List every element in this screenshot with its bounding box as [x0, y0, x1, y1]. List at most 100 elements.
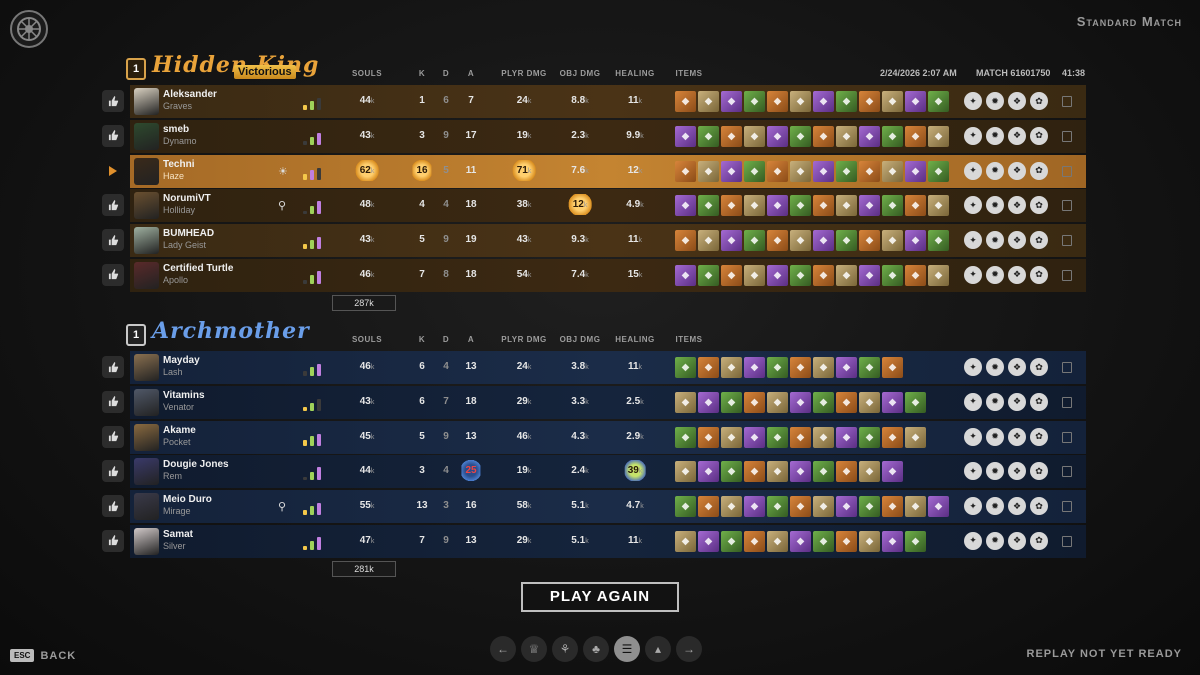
item-slot[interactable]: ◆	[675, 496, 696, 518]
ability-icon[interactable]: ✹	[986, 92, 1004, 110]
item-slot[interactable]: ◆	[882, 391, 903, 413]
player-row-bar[interactable]: BUMHEAD Lady Geist 43k 5 9 19 43k 9.3k 11k ◆ ◆ ◆ ◆ ◆ ◆…	[130, 224, 1086, 258]
item-slot[interactable]: ◆	[698, 230, 719, 252]
item-slot[interactable]: ◆	[882, 264, 903, 286]
commend-button[interactable]	[102, 356, 124, 378]
commend-button[interactable]	[102, 390, 124, 413]
item-slot[interactable]: ◆	[790, 91, 811, 112]
item-slot[interactable]: ◆	[882, 160, 903, 182]
item-slot[interactable]: ◆	[905, 195, 926, 217]
item-slot[interactable]: ◆	[698, 195, 719, 217]
player-row-bar[interactable]: Mayday Lash 46k 6 4 13 24k 3.8k 11k ◆ ◆ ◆ ◆ ◆ ◆ ◆ ◆ ◆ ◆ ✦ ✹ ❖…	[130, 351, 1086, 384]
item-slot[interactable]: ◆	[675, 264, 696, 286]
item-slot[interactable]: ◆	[928, 496, 949, 518]
item-slot[interactable]: ◆	[836, 426, 857, 448]
item-slot[interactable]: ◆	[698, 426, 719, 448]
ability-icon[interactable]: ✦	[964, 265, 982, 284]
item-slot[interactable]: ◆	[836, 230, 857, 252]
item-slot[interactable]: ◆	[767, 125, 788, 147]
item-slot[interactable]: ◆	[813, 264, 834, 286]
player-row-bar[interactable]: Aleksander Graves 44k 1 6 7 24k 8.8k 11k ◆ ◆ ◆ ◆ ◆ ◆ ◆ ◆…	[130, 85, 1086, 118]
item-slot[interactable]: ◆	[813, 230, 834, 252]
trophy-icon[interactable]: ♕	[521, 636, 547, 662]
ability-icon[interactable]: ✿	[1030, 126, 1048, 145]
item-slot[interactable]: ◆	[767, 391, 788, 413]
ability-icon[interactable]: ✹	[986, 196, 1004, 215]
item-slot[interactable]: ◆	[859, 530, 880, 552]
game-logo-button[interactable]	[10, 10, 48, 48]
commend-button[interactable]	[102, 425, 124, 448]
ability-icon[interactable]: ✿	[1030, 231, 1048, 250]
item-slot[interactable]: ◆	[836, 530, 857, 552]
item-slot[interactable]: ◆	[836, 125, 857, 147]
item-slot[interactable]: ◆	[744, 264, 765, 286]
item-slot[interactable]: ◆	[813, 357, 834, 378]
item-slot[interactable]: ◆	[767, 530, 788, 552]
item-slot[interactable]: ◆	[790, 357, 811, 378]
ability-icon[interactable]: ✦	[964, 392, 982, 411]
item-slot[interactable]: ◆	[813, 496, 834, 518]
item-slot[interactable]: ◆	[767, 195, 788, 217]
item-slot[interactable]: ◆	[744, 461, 765, 483]
item-slot[interactable]: ◆	[836, 391, 857, 413]
player-row-bar[interactable]: smeb Dynamo 43k 3 9 17 19k 2.3k 9.9k ◆ ◆ ◆ ◆ ◆ ◆ ◆ ◆ ◆ ◆ ◆ ◆…	[130, 119, 1086, 153]
item-slot[interactable]: ◆	[744, 530, 765, 552]
graph-icon[interactable]: ▴	[645, 636, 671, 662]
ability-icon[interactable]: ❖	[1008, 126, 1026, 145]
ability-icon[interactable]: ✦	[964, 231, 982, 250]
item-slot[interactable]: ◆	[698, 91, 719, 112]
item-slot[interactable]: ◆	[813, 195, 834, 217]
copy-build-icon[interactable]	[1062, 235, 1072, 247]
item-slot[interactable]: ◆	[790, 264, 811, 286]
item-slot[interactable]: ◆	[859, 391, 880, 413]
item-slot[interactable]: ◆	[790, 195, 811, 217]
item-slot[interactable]: ◆	[767, 91, 788, 112]
ability-icon[interactable]: ❖	[1008, 427, 1026, 446]
ability-icon[interactable]: ✦	[964, 161, 982, 180]
item-slot[interactable]: ◆	[882, 91, 903, 112]
item-slot[interactable]: ◆	[836, 357, 857, 378]
back-button[interactable]: ESC BACK	[10, 649, 76, 662]
item-slot[interactable]: ◆	[767, 496, 788, 518]
copy-build-icon[interactable]	[1062, 362, 1072, 373]
ability-icon[interactable]: ✹	[986, 497, 1004, 516]
item-slot[interactable]: ◆	[721, 496, 742, 518]
ability-icon[interactable]: ✿	[1030, 427, 1048, 446]
item-slot[interactable]: ◆	[698, 391, 719, 413]
ability-icon[interactable]: ❖	[1008, 497, 1026, 516]
ability-icon[interactable]: ❖	[1008, 392, 1026, 411]
item-slot[interactable]: ◆	[859, 195, 880, 217]
item-slot[interactable]: ◆	[675, 91, 696, 112]
item-slot[interactable]: ◆	[928, 264, 949, 286]
item-slot[interactable]: ◆	[905, 91, 926, 112]
item-slot[interactable]: ◆	[905, 530, 926, 552]
item-slot[interactable]: ◆	[675, 160, 696, 182]
item-slot[interactable]: ◆	[744, 195, 765, 217]
copy-build-icon[interactable]	[1062, 535, 1072, 547]
commend-button[interactable]	[102, 529, 124, 552]
ability-icon[interactable]: ❖	[1008, 196, 1026, 215]
next-arrow-icon[interactable]: →	[676, 636, 702, 662]
item-slot[interactable]: ◆	[813, 461, 834, 483]
copy-build-icon[interactable]	[1062, 96, 1072, 107]
item-slot[interactable]: ◆	[721, 125, 742, 147]
copy-build-icon[interactable]	[1062, 165, 1072, 177]
item-slot[interactable]: ◆	[905, 496, 926, 518]
item-slot[interactable]: ◆	[675, 195, 696, 217]
item-slot[interactable]: ◆	[836, 91, 857, 112]
ability-icon[interactable]: ✦	[964, 427, 982, 446]
item-slot[interactable]: ◆	[859, 496, 880, 518]
item-slot[interactable]: ◆	[882, 230, 903, 252]
item-slot[interactable]: ◆	[790, 461, 811, 483]
item-slot[interactable]: ◆	[698, 357, 719, 378]
item-slot[interactable]: ◆	[698, 264, 719, 286]
ability-icon[interactable]: ❖	[1008, 231, 1026, 250]
ability-icon[interactable]: ✦	[964, 531, 982, 550]
ability-icon[interactable]: ✿	[1030, 358, 1048, 376]
item-slot[interactable]: ◆	[744, 426, 765, 448]
item-slot[interactable]: ◆	[790, 160, 811, 182]
item-slot[interactable]: ◆	[905, 230, 926, 252]
ability-icon[interactable]: ✹	[986, 161, 1004, 180]
item-slot[interactable]: ◆	[905, 125, 926, 147]
item-slot[interactable]: ◆	[744, 91, 765, 112]
